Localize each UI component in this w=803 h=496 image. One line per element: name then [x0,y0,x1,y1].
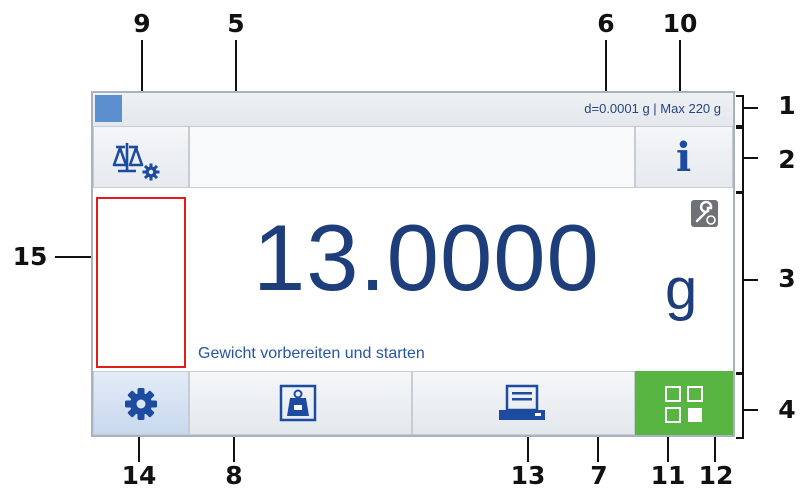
printer-icon [499,384,545,420]
apps-grid-icon [665,386,703,423]
callout-6: 6 [597,9,615,38]
print-button[interactable] [412,371,635,435]
callout-15: 15 [12,242,48,271]
callout-5: 5 [227,9,245,38]
status-bar: d=0.0001 g | Max 220 g [93,93,733,127]
bracket-4 [736,373,744,439]
status-indicator-icon[interactable] [95,95,122,122]
bracket-2-tick [744,157,758,159]
info-field[interactable] [189,126,635,188]
callout-13: 13 [510,461,546,490]
callout-1: 1 [778,91,796,120]
wrench-service-icon[interactable] [691,200,718,227]
capacity-readability-info: d=0.0001 g | Max 220 g [584,101,721,116]
wrench-icon [695,200,716,225]
callout-14: 14 [121,461,157,490]
balance-settings-icon [112,143,160,181]
callout-2: 2 [778,145,796,174]
apps-button[interactable] [635,371,733,435]
weight-value: 13.0000 [253,205,600,310]
highlighted-side-area[interactable] [96,197,186,368]
callout-11: 11 [650,461,686,490]
bracket-2 [736,127,744,193]
bracket-3-tick [744,279,758,281]
callout-4: 4 [778,395,796,424]
callout-8: 8 [225,461,243,490]
callout-7: 7 [590,461,608,490]
action-bar [93,371,733,435]
callout-9: 9 [133,9,151,38]
info-icon: i [676,134,692,181]
settings-button[interactable] [93,371,189,435]
callout-10: 10 [662,9,698,38]
balance-settings-button[interactable] [93,126,189,188]
instruction-text: Gewicht vorbereiten und starten [198,345,425,362]
leader-15 [55,256,93,258]
bracket-3 [736,192,744,374]
leader-6 [605,40,607,98]
balance-screen: d=0.0001 g | Max 220 g i 13.0000 g Gewic… [91,91,735,437]
callout-12: 12 [698,461,734,490]
tool-row: i [93,126,733,188]
tare-button[interactable] [189,371,412,435]
gear-icon [125,388,157,420]
weight-tare-icon [279,384,317,422]
bracket-1 [736,95,744,127]
info-button[interactable]: i [635,126,733,188]
weight-unit[interactable]: g [665,261,697,319]
callout-3: 3 [778,264,796,293]
bracket-1-tick [744,107,758,109]
bracket-4-tick [744,409,758,411]
